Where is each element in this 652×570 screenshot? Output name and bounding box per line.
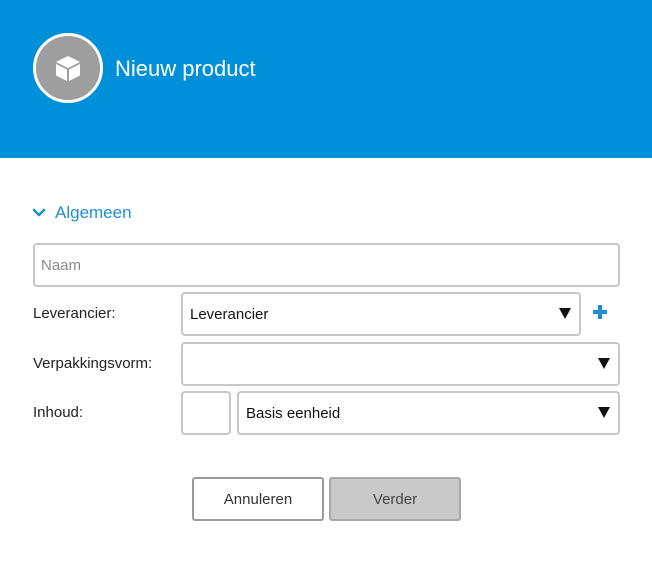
dropdown-arrow-icon [598,358,610,369]
add-supplier-plus-icon[interactable] [591,303,609,321]
box-icon [56,56,80,81]
dropdown-arrow-icon [598,407,610,418]
packaging-select[interactable] [181,342,620,386]
dialog-title: Nieuw product [115,56,256,81]
section-label: Algemeen [55,203,132,222]
supplier-select-value: Leverancier [190,306,269,323]
product-avatar [33,33,103,103]
cancel-button[interactable]: Annuleren [192,477,324,521]
chevron-down-icon [32,208,46,217]
content-label: Inhoud: [33,404,84,421]
next-button[interactable]: Verder [329,477,461,521]
name-input[interactable] [33,243,620,287]
dropdown-arrow-icon [559,308,571,319]
unit-select-value: Basis eenheid [246,405,341,422]
packaging-label: Verpakkingsvorm: [33,355,153,372]
unit-select[interactable]: Basis eenheid [237,391,620,435]
content-quantity-input[interactable] [181,391,231,435]
dialog-header: Nieuw product [0,0,652,158]
supplier-label: Leverancier: [33,305,116,322]
supplier-select[interactable]: Leverancier [181,292,581,336]
section-toggle-algemeen[interactable]: Algemeen [32,202,132,224]
